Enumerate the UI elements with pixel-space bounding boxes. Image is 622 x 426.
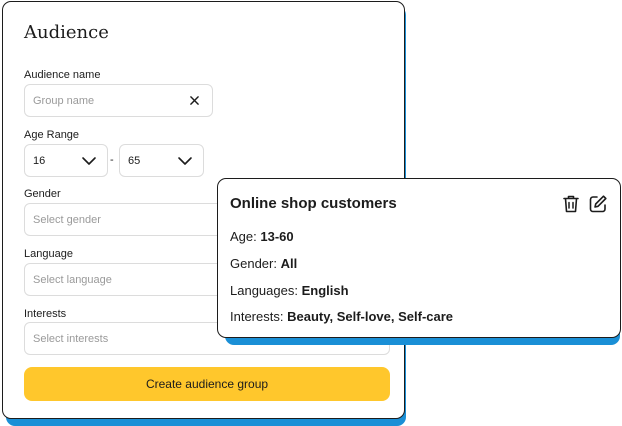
interests-placeholder: Select interests: [33, 332, 109, 345]
summary-interests: Interests: Beauty, Self-love, Self-care: [230, 309, 453, 324]
summary-age: Age: 13-60: [230, 229, 294, 244]
summary-gender: Gender: All: [230, 256, 297, 271]
summary-title: Online shop customers: [230, 195, 397, 212]
language-placeholder: Select language: [33, 273, 112, 286]
age-max-select[interactable]: 65: [119, 144, 204, 177]
age-min-select[interactable]: 16: [24, 144, 108, 177]
summary-interests-value: Beauty, Self-love, Self-care: [287, 309, 454, 324]
summary-age-value: 13-60: [260, 229, 294, 244]
interests-label: Interests: [24, 308, 67, 320]
summary-languages-value: English: [301, 283, 349, 298]
age-max-value: 65: [128, 154, 141, 167]
close-icon[interactable]: [187, 93, 201, 107]
summary-age-label: Age:: [230, 229, 257, 244]
summary-gender-label: Gender:: [230, 256, 277, 271]
summary-languages-label: Languages:: [230, 283, 298, 298]
audience-name-input[interactable]: Group name: [24, 84, 213, 117]
audience-name-label: Audience name: [24, 69, 101, 81]
create-audience-button[interactable]: Create audience group: [24, 367, 390, 401]
age-min-value: 16: [33, 154, 46, 167]
gender-label: Gender: [24, 188, 61, 200]
language-label: Language: [24, 248, 73, 260]
audience-summary-card: Online shop customers Age: 13-60 Gender:…: [217, 178, 621, 338]
gender-placeholder: Select gender: [33, 213, 101, 226]
age-range-label: Age Range: [24, 129, 80, 141]
edit-icon[interactable]: [587, 193, 609, 215]
trash-icon[interactable]: [560, 193, 582, 215]
chevron-down-icon: [178, 157, 192, 165]
audience-name-placeholder: Group name: [33, 94, 95, 107]
summary-interests-label: Interests:: [230, 309, 284, 324]
chevron-down-icon: [82, 157, 96, 165]
form-title: Audience: [24, 22, 109, 43]
summary-gender-value: All: [280, 256, 298, 271]
summary-languages: Languages: English: [230, 283, 349, 298]
age-range-separator: -: [110, 154, 114, 166]
